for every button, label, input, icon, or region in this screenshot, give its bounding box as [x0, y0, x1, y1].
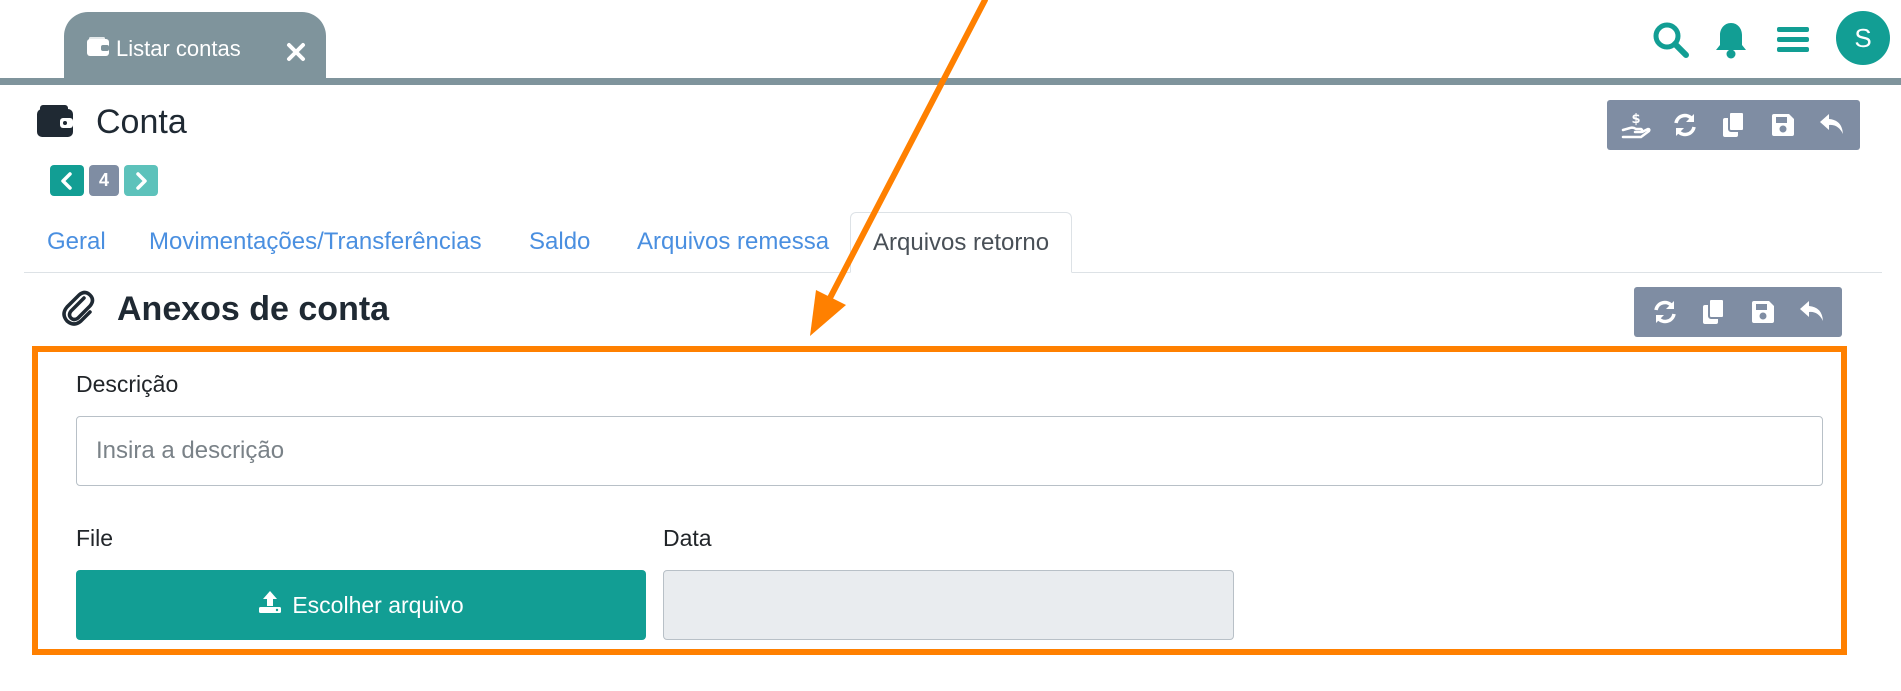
choose-file-label: Escolher arquivo — [292, 591, 464, 618]
description-input[interactable] — [76, 416, 1823, 486]
top-bar: Listar contas S — [0, 0, 1901, 85]
choose-file-button[interactable]: Escolher arquivo — [76, 570, 646, 640]
copy-icon[interactable] — [1709, 100, 1758, 150]
next-record-button[interactable] — [124, 165, 158, 196]
tab-geral[interactable]: Geral — [24, 212, 129, 272]
bell-icon[interactable] — [1706, 15, 1756, 65]
tab-bar-divider — [0, 78, 1901, 85]
hamburger-menu-icon[interactable] — [1768, 15, 1818, 65]
description-label: Descrição — [76, 371, 179, 397]
avatar[interactable]: S — [1836, 11, 1890, 65]
refresh-icon[interactable] — [1660, 100, 1709, 150]
record-number-badge: 4 — [89, 165, 119, 196]
search-icon[interactable] — [1646, 15, 1696, 65]
tab-saldo[interactable]: Saldo — [506, 212, 613, 272]
record-tabs: Geral Movimentações/Transferências Saldo… — [24, 212, 1882, 273]
undo-icon[interactable] — [1807, 100, 1856, 150]
record-toolbar: $ — [1607, 100, 1860, 150]
date-input[interactable] — [663, 570, 1234, 640]
section-toolbar — [1634, 287, 1842, 337]
hand-dollar-icon[interactable]: $ — [1611, 100, 1660, 150]
wallet-icon — [36, 104, 74, 143]
save-icon[interactable] — [1758, 100, 1807, 150]
attachment-form: Descrição File Escolher arquivo Data — [32, 346, 1847, 655]
paperclip-icon — [62, 290, 96, 333]
section-title: Anexos de conta — [117, 290, 390, 328]
copy-icon[interactable] — [1689, 287, 1738, 337]
record-pager: 4 — [50, 165, 158, 197]
undo-icon[interactable] — [1787, 287, 1836, 337]
tab-arquivos-remessa[interactable]: Arquivos remessa — [614, 212, 852, 272]
open-tab-listar-contas[interactable]: Listar contas — [64, 12, 326, 78]
file-label: File — [76, 525, 114, 551]
tab-arquivos-retorno[interactable]: Arquivos retorno — [850, 212, 1073, 273]
refresh-icon[interactable] — [1640, 287, 1689, 337]
wallet-icon — [86, 36, 110, 63]
previous-record-button[interactable] — [50, 165, 84, 196]
svg-text:$: $ — [1631, 112, 1640, 127]
close-icon[interactable] — [282, 38, 310, 66]
save-icon[interactable] — [1738, 287, 1787, 337]
upload-icon — [258, 590, 282, 620]
page-title: Conta — [96, 103, 187, 141]
tab-label: Listar contas — [116, 36, 241, 61]
tab-movimentacoes-transferencias[interactable]: Movimentações/Transferências — [126, 212, 505, 272]
date-label: Data — [663, 525, 712, 551]
